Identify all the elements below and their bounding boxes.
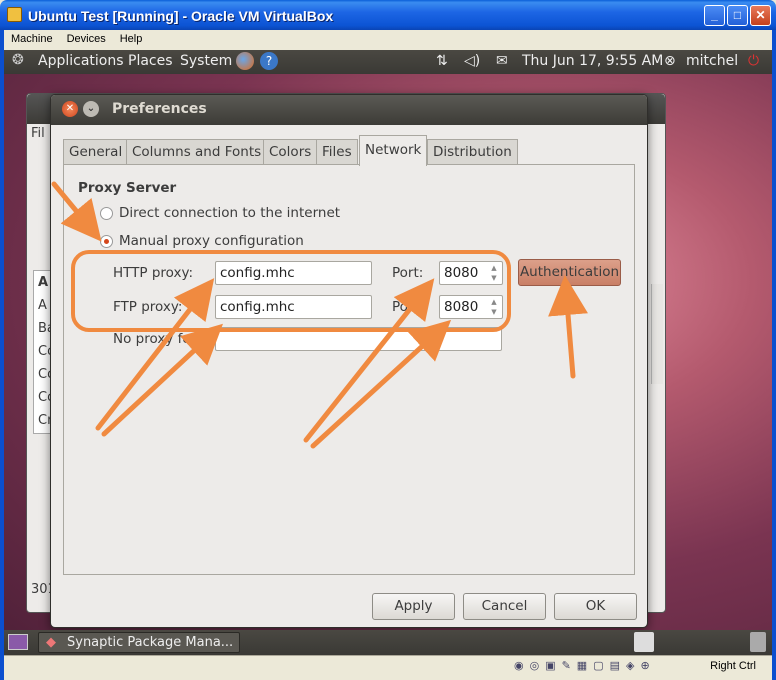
authentication-button[interactable]: Authentication: [518, 259, 621, 286]
menu-devices[interactable]: Devices: [60, 30, 113, 48]
shutdown-icon[interactable]: ⏻: [748, 53, 759, 69]
http-port-spinner[interactable]: 8080 ▲ ▼: [439, 261, 503, 285]
device-status-icons[interactable]: ◉◎▣✎▦▢▤◈⊕: [514, 659, 656, 672]
workspace-switcher-icon[interactable]: [634, 632, 654, 652]
window-frame-right: [772, 30, 776, 680]
vm-display: ❂ Applications Places System ? ⇅ ◁) ✉ Th…: [4, 50, 772, 655]
synaptic-scrollbar[interactable]: [651, 284, 663, 384]
cancel-button[interactable]: Cancel: [463, 593, 546, 620]
host-title-bar: Ubuntu Test [Running] - Oracle VM Virtua…: [0, 0, 776, 30]
show-desktop-icon[interactable]: [8, 634, 28, 650]
maximize-icon[interactable]: □: [727, 5, 748, 26]
http-port-value[interactable]: 8080: [444, 265, 478, 281]
direct-connection-radio[interactable]: [100, 207, 113, 220]
dialog-menu-icon[interactable]: ⌄: [83, 101, 99, 117]
manual-proxy-radio[interactable]: [100, 235, 113, 248]
ok-button[interactable]: OK: [554, 593, 637, 620]
host-status-bar: ◉◎▣✎▦▢▤◈⊕ Right Ctrl: [4, 655, 772, 676]
tab-network[interactable]: Network: [359, 135, 428, 166]
taskbar-synaptic-label[interactable]: Synaptic Package Mana...: [67, 635, 233, 650]
menu-help[interactable]: Help: [113, 30, 150, 48]
http-proxy-label: HTTP proxy:: [113, 265, 194, 281]
close-icon[interactable]: ✕: [750, 5, 771, 26]
ftp-port-value[interactable]: 8080: [444, 299, 478, 315]
network-arrows-icon[interactable]: ⇅: [436, 53, 448, 69]
spin-arrows-icon[interactable]: ▲ ▼: [488, 263, 500, 283]
dialog-title-bar: ✕ ⌄ Preferences: [51, 95, 647, 125]
dialog-close-icon[interactable]: ✕: [62, 101, 78, 117]
ftp-proxy-input[interactable]: config.mhc: [215, 295, 372, 319]
synaptic-icon: ◆: [46, 635, 56, 650]
proxy-server-heading: Proxy Server: [78, 180, 177, 196]
host-key-label: Right Ctrl: [710, 660, 756, 672]
user-name[interactable]: mitchel: [686, 53, 738, 69]
places-menu[interactable]: Places: [128, 53, 173, 69]
taskbar-synaptic[interactable]: ◆ Synaptic Package Mana...: [38, 632, 240, 653]
ftp-port-label: Port:: [392, 299, 424, 315]
tab-distribution[interactable]: Distribution: [427, 139, 518, 165]
ubuntu-top-panel: ❂ Applications Places System ? ⇅ ◁) ✉ Th…: [4, 50, 772, 74]
clock[interactable]: Thu Jun 17, 9:55 AM: [522, 53, 663, 69]
ftp-proxy-label: FTP proxy:: [113, 299, 183, 315]
ubuntu-bottom-panel: ◆ Synaptic Package Mana...: [4, 630, 772, 655]
volume-icon[interactable]: ◁): [464, 53, 480, 69]
spin-arrows-icon[interactable]: ▲ ▼: [488, 297, 500, 317]
no-proxy-input[interactable]: [215, 327, 502, 351]
network-page: [63, 164, 635, 575]
menu-machine[interactable]: Machine: [4, 30, 60, 48]
no-proxy-label: No proxy for:: [113, 331, 201, 347]
direct-connection-label[interactable]: Direct connection to the internet: [119, 205, 340, 221]
apply-button[interactable]: Apply: [372, 593, 455, 620]
http-port-label: Port:: [392, 265, 424, 281]
ubuntu-logo-icon[interactable]: ❂: [12, 52, 24, 68]
virtualbox-icon: [7, 7, 22, 22]
synaptic-file-menu[interactable]: Fil: [31, 126, 45, 141]
minimize-icon[interactable]: _: [704, 5, 725, 26]
tab-general[interactable]: General: [63, 139, 129, 165]
firefox-icon[interactable]: [236, 52, 254, 70]
tab-colors[interactable]: Colors: [263, 139, 318, 165]
host-menu-bar: Machine Devices Help: [4, 30, 772, 50]
dialog-title: Preferences: [112, 101, 207, 117]
tab-columns-and-fonts[interactable]: Columns and Fonts: [126, 139, 268, 165]
user-status-icon[interactable]: ⊗: [664, 53, 676, 69]
applications-menu[interactable]: Applications: [38, 53, 124, 69]
host-window-title: Ubuntu Test [Running] - Oracle VM Virtua…: [28, 8, 334, 24]
http-proxy-input[interactable]: config.mhc: [215, 261, 372, 285]
trash-icon[interactable]: [750, 632, 766, 652]
ftp-port-spinner[interactable]: 8080 ▲ ▼: [439, 295, 503, 319]
manual-proxy-label[interactable]: Manual proxy configuration: [119, 233, 304, 249]
tab-files[interactable]: Files: [316, 139, 358, 165]
system-menu[interactable]: System: [180, 53, 232, 69]
help-icon[interactable]: ?: [260, 52, 278, 70]
preferences-dialog: ✕ ⌄ Preferences General Columns and Font…: [50, 94, 648, 628]
mail-icon[interactable]: ✉: [496, 53, 508, 69]
